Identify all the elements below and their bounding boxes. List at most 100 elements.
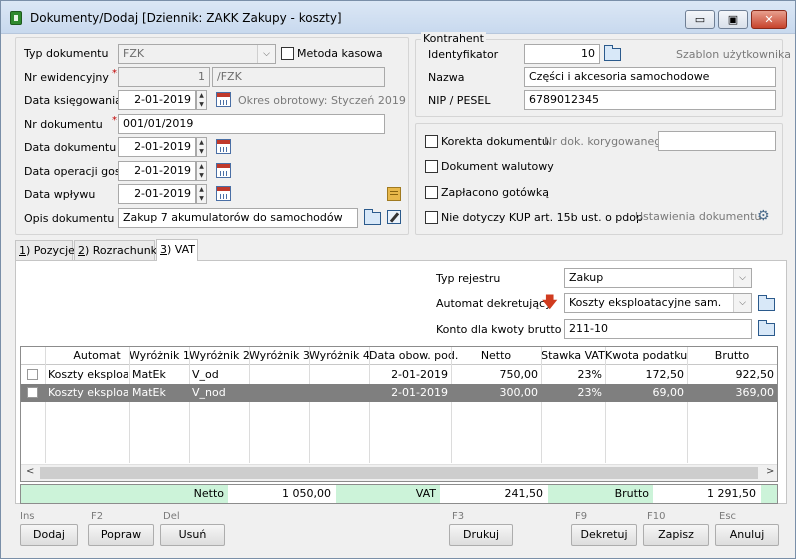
szablon-uzytkownika-link[interactable]: Szablon użytkownika — [676, 48, 791, 61]
typ-rejestru-value: Zakup — [569, 271, 604, 284]
data-ksiegowania-input[interactable]: 2-01-2019 — [118, 90, 196, 110]
spin-down-icon[interactable]: ▼ — [197, 171, 206, 180]
data-dokumentu-label: Data dokumentu — [24, 141, 117, 154]
shortcut-f3: F3 — [452, 511, 465, 522]
notes-icon[interactable] — [387, 187, 401, 201]
identyfikator-input[interactable]: 10 — [524, 44, 600, 64]
totals-filler — [761, 485, 777, 503]
tab-pozycje-label: ) Pozycje — [26, 244, 75, 257]
chevron-down-icon[interactable]: ⌵ — [257, 45, 275, 63]
col-kwota-podatku[interactable]: Kwota podatku — [605, 349, 687, 362]
spin-down-icon[interactable]: ▼ — [197, 100, 206, 109]
anuluj-button[interactable]: Anuluj — [715, 524, 779, 546]
horizontal-scrollbar[interactable]: < > — [21, 464, 777, 481]
required-marker: * — [112, 115, 117, 126]
gotowka-checkbox[interactable] — [425, 186, 438, 199]
gear-icon[interactable]: ⚙ — [757, 209, 770, 223]
data-dokumentu-input[interactable]: 2-01-2019 — [118, 137, 196, 157]
typ-rejestru-combo[interactable]: Zakup ⌵ — [564, 268, 752, 288]
tab-pozycje[interactable]: 1) Pozycje — [15, 240, 75, 261]
ustawienia-dokumentu-link[interactable]: Ustawienia dokumentu — [635, 210, 761, 223]
tab-rozrachunki-label: ) Rozrachunki — [85, 244, 161, 257]
popraw-button[interactable]: Popraw — [88, 524, 154, 546]
konto-brutto-label: Konto dla kwoty brutto — [436, 323, 562, 336]
col-wyroznik-3[interactable]: Wyróżnik 3 — [249, 349, 310, 362]
metoda-kasowa-checkbox[interactable] — [281, 47, 294, 60]
vat-grid[interactable]: Automat Wyróżnik 1 Wyróżnik 2 Wyróżnik 3… — [20, 346, 778, 482]
close-button[interactable]: ✕ — [751, 10, 787, 29]
shortcut-ins: Ins — [20, 511, 35, 522]
walutowy-checkbox[interactable] — [425, 160, 438, 173]
folder-icon[interactable] — [604, 45, 621, 61]
col-brutto[interactable]: Brutto — [687, 349, 777, 362]
nr-ewidencyjny-number[interactable]: 1 — [118, 67, 210, 87]
spin-down-icon[interactable]: ▼ — [197, 147, 206, 156]
data-ksiegowania-spinner[interactable]: ▲ ▼ — [196, 90, 207, 110]
nr-dokumentu-label: Nr dokumentu — [24, 118, 103, 131]
data-wplywu-spinner[interactable]: ▲ ▼ — [196, 184, 207, 204]
app-icon — [10, 11, 22, 25]
spin-up-icon[interactable]: ▲ — [197, 185, 206, 194]
calendar-icon[interactable] — [216, 139, 231, 154]
nr-ewidencyjny-suffix[interactable]: /FZK — [212, 67, 385, 87]
folder-icon[interactable] — [758, 320, 775, 336]
spin-down-icon[interactable]: ▼ — [197, 194, 206, 203]
spin-up-icon[interactable]: ▲ — [197, 91, 206, 100]
dodaj-button[interactable]: Dodaj — [20, 524, 78, 546]
tab-rozrachunki[interactable]: 2) Rozrachunki — [74, 240, 160, 261]
col-netto[interactable]: Netto — [451, 349, 541, 362]
col-data-obow[interactable]: Data obow. pod. — [369, 349, 458, 362]
zapisz-button[interactable]: Zapisz — [643, 524, 709, 546]
maximize-button[interactable]: ▣ — [718, 10, 748, 29]
chevron-down-icon[interactable]: ⌵ — [733, 294, 751, 312]
scroll-left-icon[interactable]: < — [26, 466, 34, 477]
nr-dokumentu-input[interactable]: 001/01/2019 — [118, 114, 385, 134]
korekta-checkbox[interactable] — [425, 135, 438, 148]
nip-pesel-label: NIP / PESEL — [428, 94, 491, 107]
col-stawka-vat[interactable]: Stawka VAT — [541, 349, 605, 362]
table-row-selected[interactable]: Koszty eksploata MatEk V_nod 2-01-2019 3… — [21, 384, 777, 402]
typ-dokumentu-combo[interactable]: FZK ⌵ — [118, 44, 276, 64]
chevron-down-icon[interactable]: ⌵ — [733, 269, 751, 287]
gotowka-label: Zapłacono gotówką — [441, 186, 549, 199]
row-checkbox[interactable] — [27, 387, 38, 398]
scroll-right-icon[interactable]: > — [766, 466, 774, 477]
folder-icon[interactable] — [364, 209, 381, 225]
nazwa-input[interactable]: Części i akcesoria samochodowe — [524, 67, 776, 87]
data-dokumentu-spinner[interactable]: ▲ ▼ — [196, 137, 207, 157]
automat-dekretujacy-combo[interactable]: Koszty eksploatacyjne sam. ⌵ — [564, 293, 752, 313]
konto-brutto-input[interactable]: 211-10 — [564, 319, 752, 339]
col-wyroznik-2[interactable]: Wyróżnik 2 — [189, 349, 250, 362]
dekretuj-button[interactable]: Dekretuj — [571, 524, 637, 546]
calendar-icon[interactable] — [216, 186, 231, 201]
nr-korygowanego-input[interactable] — [658, 131, 776, 151]
tab-vat[interactable]: 3) VAT — [156, 239, 198, 261]
typ-dokumentu-label: Typ dokumentu — [24, 47, 109, 60]
spin-up-icon[interactable]: ▲ — [197, 138, 206, 147]
nip-pesel-input[interactable]: 6789012345 — [524, 90, 776, 110]
data-operacji-input[interactable]: 2-01-2019 — [118, 161, 196, 181]
col-wyroznik-1[interactable]: Wyróżnik 1 — [129, 349, 190, 362]
data-operacji-spinner[interactable]: ▲ ▼ — [196, 161, 207, 181]
drukuj-button[interactable]: Drukuj — [449, 524, 513, 546]
col-wyroznik-4[interactable]: Wyróżnik 4 — [309, 349, 370, 362]
title-bar[interactable]: Dokumenty/Dodaj [Dziennik: ZAKK Zakupy -… — [1, 1, 795, 34]
edit-icon[interactable] — [387, 210, 401, 224]
spin-up-icon[interactable]: ▲ — [197, 162, 206, 171]
data-wplywu-input[interactable]: 2-01-2019 — [118, 184, 196, 204]
shortcut-f9: F9 — [575, 511, 588, 522]
calendar-icon[interactable] — [216, 92, 231, 107]
arrow-down-icon[interactable]: 🡇 — [542, 295, 557, 310]
row-checkbox[interactable] — [27, 369, 38, 380]
opis-dokumentu-input[interactable]: Zakup 7 akumulatorów do samochodów — [118, 208, 358, 228]
cell-wyroznik-2: V_nod — [192, 386, 226, 399]
kup-checkbox[interactable] — [425, 211, 438, 224]
window-title: Dokumenty/Dodaj [Dziennik: ZAKK Zakupy -… — [30, 11, 342, 25]
minimize-button[interactable]: ▭ — [685, 10, 715, 29]
folder-icon[interactable] — [758, 295, 775, 311]
usun-button[interactable]: Usuń — [160, 524, 225, 546]
calendar-icon[interactable] — [216, 163, 231, 178]
scroll-thumb[interactable] — [40, 467, 758, 479]
table-row[interactable]: Koszty eksploata MatEk V_od 2-01-2019 75… — [21, 366, 777, 384]
brutto-total-label: Brutto — [548, 485, 653, 503]
